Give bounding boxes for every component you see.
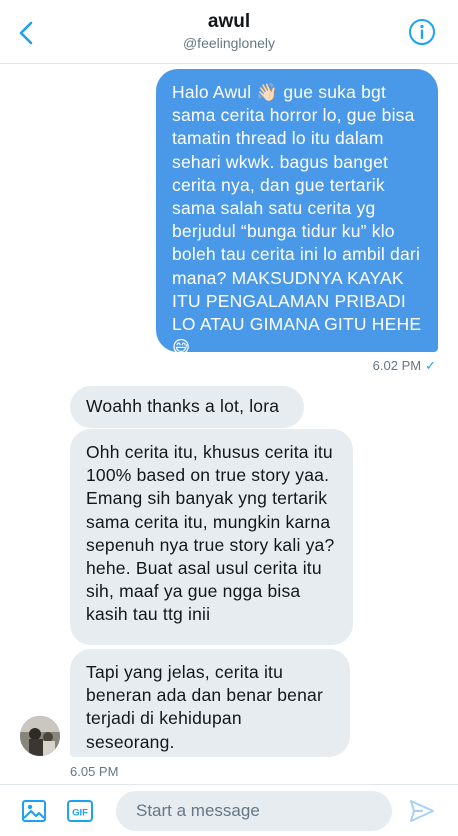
info-icon: [409, 19, 435, 45]
avatar-photo: [20, 716, 60, 756]
gif-label: GIF: [72, 808, 88, 819]
conversation-title-block[interactable]: awul @feelinglonely: [0, 10, 458, 52]
received-message[interactable]: Tapi yang jelas, cerita itu beneran ada …: [70, 649, 350, 757]
info-button[interactable]: [408, 18, 436, 46]
conversation-title: awul: [207, 11, 251, 32]
sent-message-time: 6.02 PM: [372, 358, 422, 373]
add-gif-button[interactable]: GIF: [66, 797, 94, 825]
send-icon: [410, 800, 434, 822]
received-message[interactable]: Ohh cerita itu, khusus cerita itu 100% b…: [70, 429, 353, 645]
gif-icon: GIF: [67, 800, 93, 822]
read-check-icon: ✓: [425, 358, 436, 373]
image-icon: [22, 800, 46, 822]
sent-message-meta: 6.02 PM ✓: [373, 358, 436, 374]
conversation-handle: @feelinglonely: [182, 35, 276, 51]
received-message[interactable]: Woahh thanks a lot, lora: [70, 386, 304, 428]
add-image-button[interactable]: [20, 797, 48, 825]
sent-message[interactable]: Halo Awul 👋🏻 gue suka bgt sama cerita ho…: [156, 69, 438, 357]
message-input[interactable]: [116, 791, 392, 831]
received-message-time: 6.05 PM: [70, 764, 119, 779]
conversation-header: awul @feelinglonely: [0, 0, 458, 64]
send-button[interactable]: [408, 797, 436, 825]
avatar[interactable]: [20, 716, 60, 756]
message-composer: GIF: [0, 784, 458, 836]
